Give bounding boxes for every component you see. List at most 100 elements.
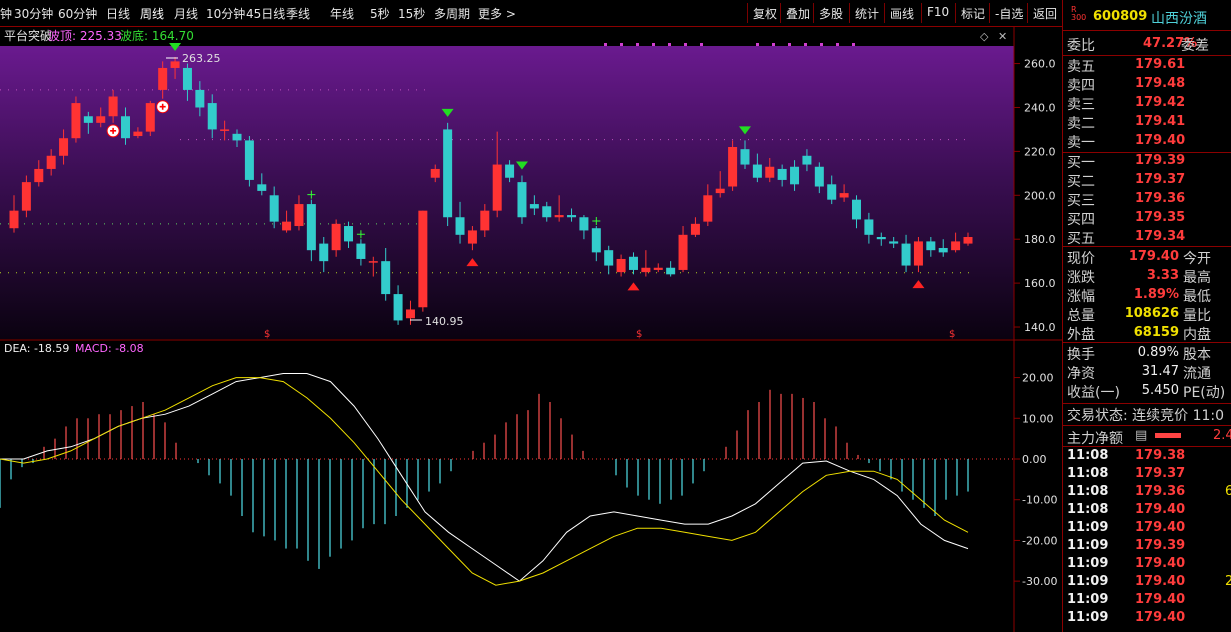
diamond-icon[interactable]: ◇ bbox=[980, 30, 989, 43]
candle-body[interactable] bbox=[876, 237, 886, 240]
wave-top-label: 波顶: 225.33 bbox=[48, 29, 122, 43]
candle-body[interactable] bbox=[938, 247, 948, 253]
candle-body[interactable] bbox=[269, 195, 279, 222]
candle-body[interactable] bbox=[889, 241, 899, 244]
candle-body[interactable] bbox=[96, 116, 106, 123]
candle-body[interactable] bbox=[257, 184, 267, 191]
candle-body[interactable] bbox=[418, 210, 428, 308]
candle-body[interactable] bbox=[71, 103, 81, 139]
candle-body[interactable] bbox=[641, 267, 651, 273]
ask-label: 卖四 bbox=[1067, 78, 1095, 94]
candle-body[interactable] bbox=[368, 261, 378, 263]
candle-body[interactable] bbox=[46, 155, 56, 169]
candle-body[interactable] bbox=[579, 217, 589, 231]
candle-body[interactable] bbox=[752, 164, 762, 178]
list-icon[interactable]: ▤ bbox=[1135, 428, 1147, 443]
candle-body[interactable] bbox=[851, 199, 861, 220]
candle-body[interactable] bbox=[839, 193, 849, 198]
candle-body[interactable] bbox=[554, 215, 564, 218]
tick-time: 11:09 bbox=[1067, 520, 1109, 535]
candle-body[interactable] bbox=[628, 256, 638, 270]
candle-body[interactable] bbox=[728, 146, 738, 187]
candle-body[interactable] bbox=[542, 206, 552, 218]
top-dot bbox=[820, 43, 823, 46]
candle-body[interactable] bbox=[963, 237, 973, 244]
candle-body[interactable] bbox=[827, 184, 837, 200]
candle-body[interactable] bbox=[9, 210, 19, 229]
candle-body[interactable] bbox=[765, 166, 775, 178]
candle-body[interactable] bbox=[690, 223, 700, 235]
candle-body[interactable] bbox=[282, 221, 292, 231]
macd-label: MACD: -8.08 bbox=[75, 342, 144, 355]
chart-area[interactable]: 260.0240.0220.0200.0180.0160.0140.0 $ $ $ … bbox=[0, 0, 1062, 632]
candle-body[interactable] bbox=[83, 116, 93, 123]
candle-body[interactable] bbox=[244, 140, 254, 180]
candle-body[interactable] bbox=[331, 223, 341, 251]
main-force-bar bbox=[1155, 433, 1181, 438]
candle-body[interactable] bbox=[616, 258, 626, 273]
candle-body[interactable] bbox=[158, 67, 168, 90]
candle-body[interactable] bbox=[492, 164, 502, 211]
candle-body[interactable] bbox=[467, 230, 477, 244]
fund-value: 5.450 bbox=[1141, 383, 1179, 398]
candle-body[interactable] bbox=[21, 182, 31, 211]
candle-body[interactable] bbox=[678, 234, 688, 270]
candle-body[interactable] bbox=[653, 267, 663, 270]
candle-body[interactable] bbox=[207, 103, 217, 130]
candle-body[interactable] bbox=[306, 204, 316, 251]
candle-body[interactable] bbox=[430, 168, 440, 178]
candle-body[interactable] bbox=[777, 168, 787, 180]
candle-body[interactable] bbox=[790, 166, 800, 185]
candle-body[interactable] bbox=[356, 243, 366, 259]
candle-body[interactable] bbox=[294, 204, 304, 227]
candle-body[interactable] bbox=[443, 129, 453, 218]
top-dot bbox=[756, 43, 759, 46]
candle-body[interactable] bbox=[926, 241, 936, 251]
candle-body[interactable] bbox=[344, 226, 354, 242]
tick-price: 179.40 bbox=[1135, 520, 1186, 535]
candle-body[interactable] bbox=[703, 195, 713, 222]
candle-body[interactable] bbox=[59, 138, 69, 156]
stat-value: 3.33 bbox=[1146, 268, 1179, 283]
candle-body[interactable] bbox=[133, 131, 143, 137]
candle-body[interactable] bbox=[913, 241, 923, 266]
candle-body[interactable] bbox=[393, 294, 403, 321]
candle-body[interactable] bbox=[517, 182, 527, 218]
candle-body[interactable] bbox=[480, 210, 490, 231]
candle-body[interactable] bbox=[715, 188, 725, 194]
candle-body[interactable] bbox=[740, 149, 750, 165]
macd-tick-label: -30.00 bbox=[1022, 575, 1057, 588]
candle-body[interactable] bbox=[951, 241, 961, 251]
bid-label: 买五 bbox=[1067, 231, 1095, 247]
tick-time: 11:08 bbox=[1067, 502, 1109, 517]
candle-body[interactable] bbox=[455, 217, 465, 235]
candle-body[interactable] bbox=[195, 89, 205, 108]
candle-body[interactable] bbox=[405, 309, 415, 319]
candle-body[interactable] bbox=[220, 129, 230, 131]
candle-body[interactable] bbox=[604, 250, 614, 266]
candle-body[interactable] bbox=[108, 96, 118, 117]
candle-body[interactable] bbox=[802, 155, 812, 165]
candle-body[interactable] bbox=[567, 215, 577, 218]
candle-body[interactable] bbox=[182, 67, 192, 90]
ask-price: 179.61 bbox=[1135, 57, 1186, 72]
candle-body[interactable] bbox=[505, 164, 515, 178]
candle-body[interactable] bbox=[864, 219, 874, 235]
candle-body[interactable] bbox=[232, 133, 242, 141]
candle-body[interactable] bbox=[666, 267, 676, 275]
candle-body[interactable] bbox=[529, 204, 539, 209]
close-icon[interactable]: ✕ bbox=[998, 30, 1007, 43]
candle-body[interactable] bbox=[170, 61, 180, 68]
stat-value: 68159 bbox=[1133, 325, 1179, 340]
candle-body[interactable] bbox=[591, 228, 601, 253]
high-price-label: 263.25 bbox=[182, 52, 221, 65]
candle-body[interactable] bbox=[319, 243, 329, 262]
candle-body[interactable] bbox=[381, 261, 391, 295]
candle-body[interactable] bbox=[145, 103, 155, 132]
candle-body[interactable] bbox=[901, 243, 911, 266]
candle-body[interactable] bbox=[34, 168, 44, 183]
candle-body[interactable] bbox=[121, 116, 131, 139]
tick-time: 11:09 bbox=[1067, 538, 1109, 553]
candle-body[interactable] bbox=[814, 166, 824, 187]
tick-time: 11:08 bbox=[1067, 448, 1109, 463]
